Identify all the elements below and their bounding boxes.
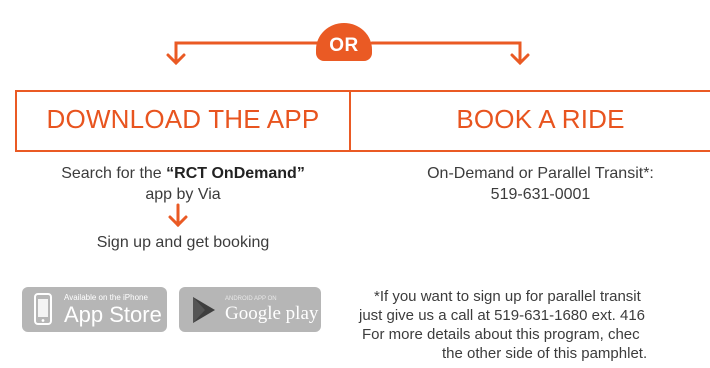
down-arrow-icon [168,203,188,228]
or-label: OR [329,35,359,56]
left-branch-line [174,41,320,64]
app-store-small-text: Available on the iPhone [64,292,148,302]
parallel-transit-note: *If you want to sign up for parallel tra… [356,287,710,363]
play-icon [193,296,215,323]
download-app-title: DOWNLOAD THE APP [46,104,320,134]
iphone-icon [34,292,52,325]
header-top-line [15,90,710,92]
note-line-1: *If you want to sign up for parallel tra… [374,288,641,305]
google-play-badge[interactable]: ANDROID APP ON Google play [179,287,321,332]
google-play-small-text: ANDROID APP ON [225,296,277,302]
booking-info: On-Demand or Parallel Transit*: 519-631-… [371,163,710,205]
note-line-2: just give us a call at 519-631-1680 ext.… [359,307,646,324]
search-suffix: app by Via [145,186,221,203]
signup-text: Sign up and get booking [96,234,270,251]
booking-phone: 519-631-0001 [490,186,591,203]
booking-line-1: On-Demand or Parallel Transit*: [427,165,654,182]
app-store-badge[interactable]: Available on the iPhone App Store [22,287,167,332]
google-play-big-text: Google play [225,303,319,324]
header-bottom-line [15,150,710,152]
search-instructions: Search for the “RCT OnDemand” app by Via [17,163,349,205]
app-store-big-text: App Store [64,301,162,327]
book-ride-title: BOOK A RIDE [456,104,625,134]
note-line-3: For more details about this program, che… [362,326,640,343]
app-name: “RCT OnDemand” [166,165,305,182]
search-prefix: Search for the [61,165,167,182]
right-branch-line [370,41,522,64]
note-line-4: the other side of this pamphlet. [442,345,648,362]
